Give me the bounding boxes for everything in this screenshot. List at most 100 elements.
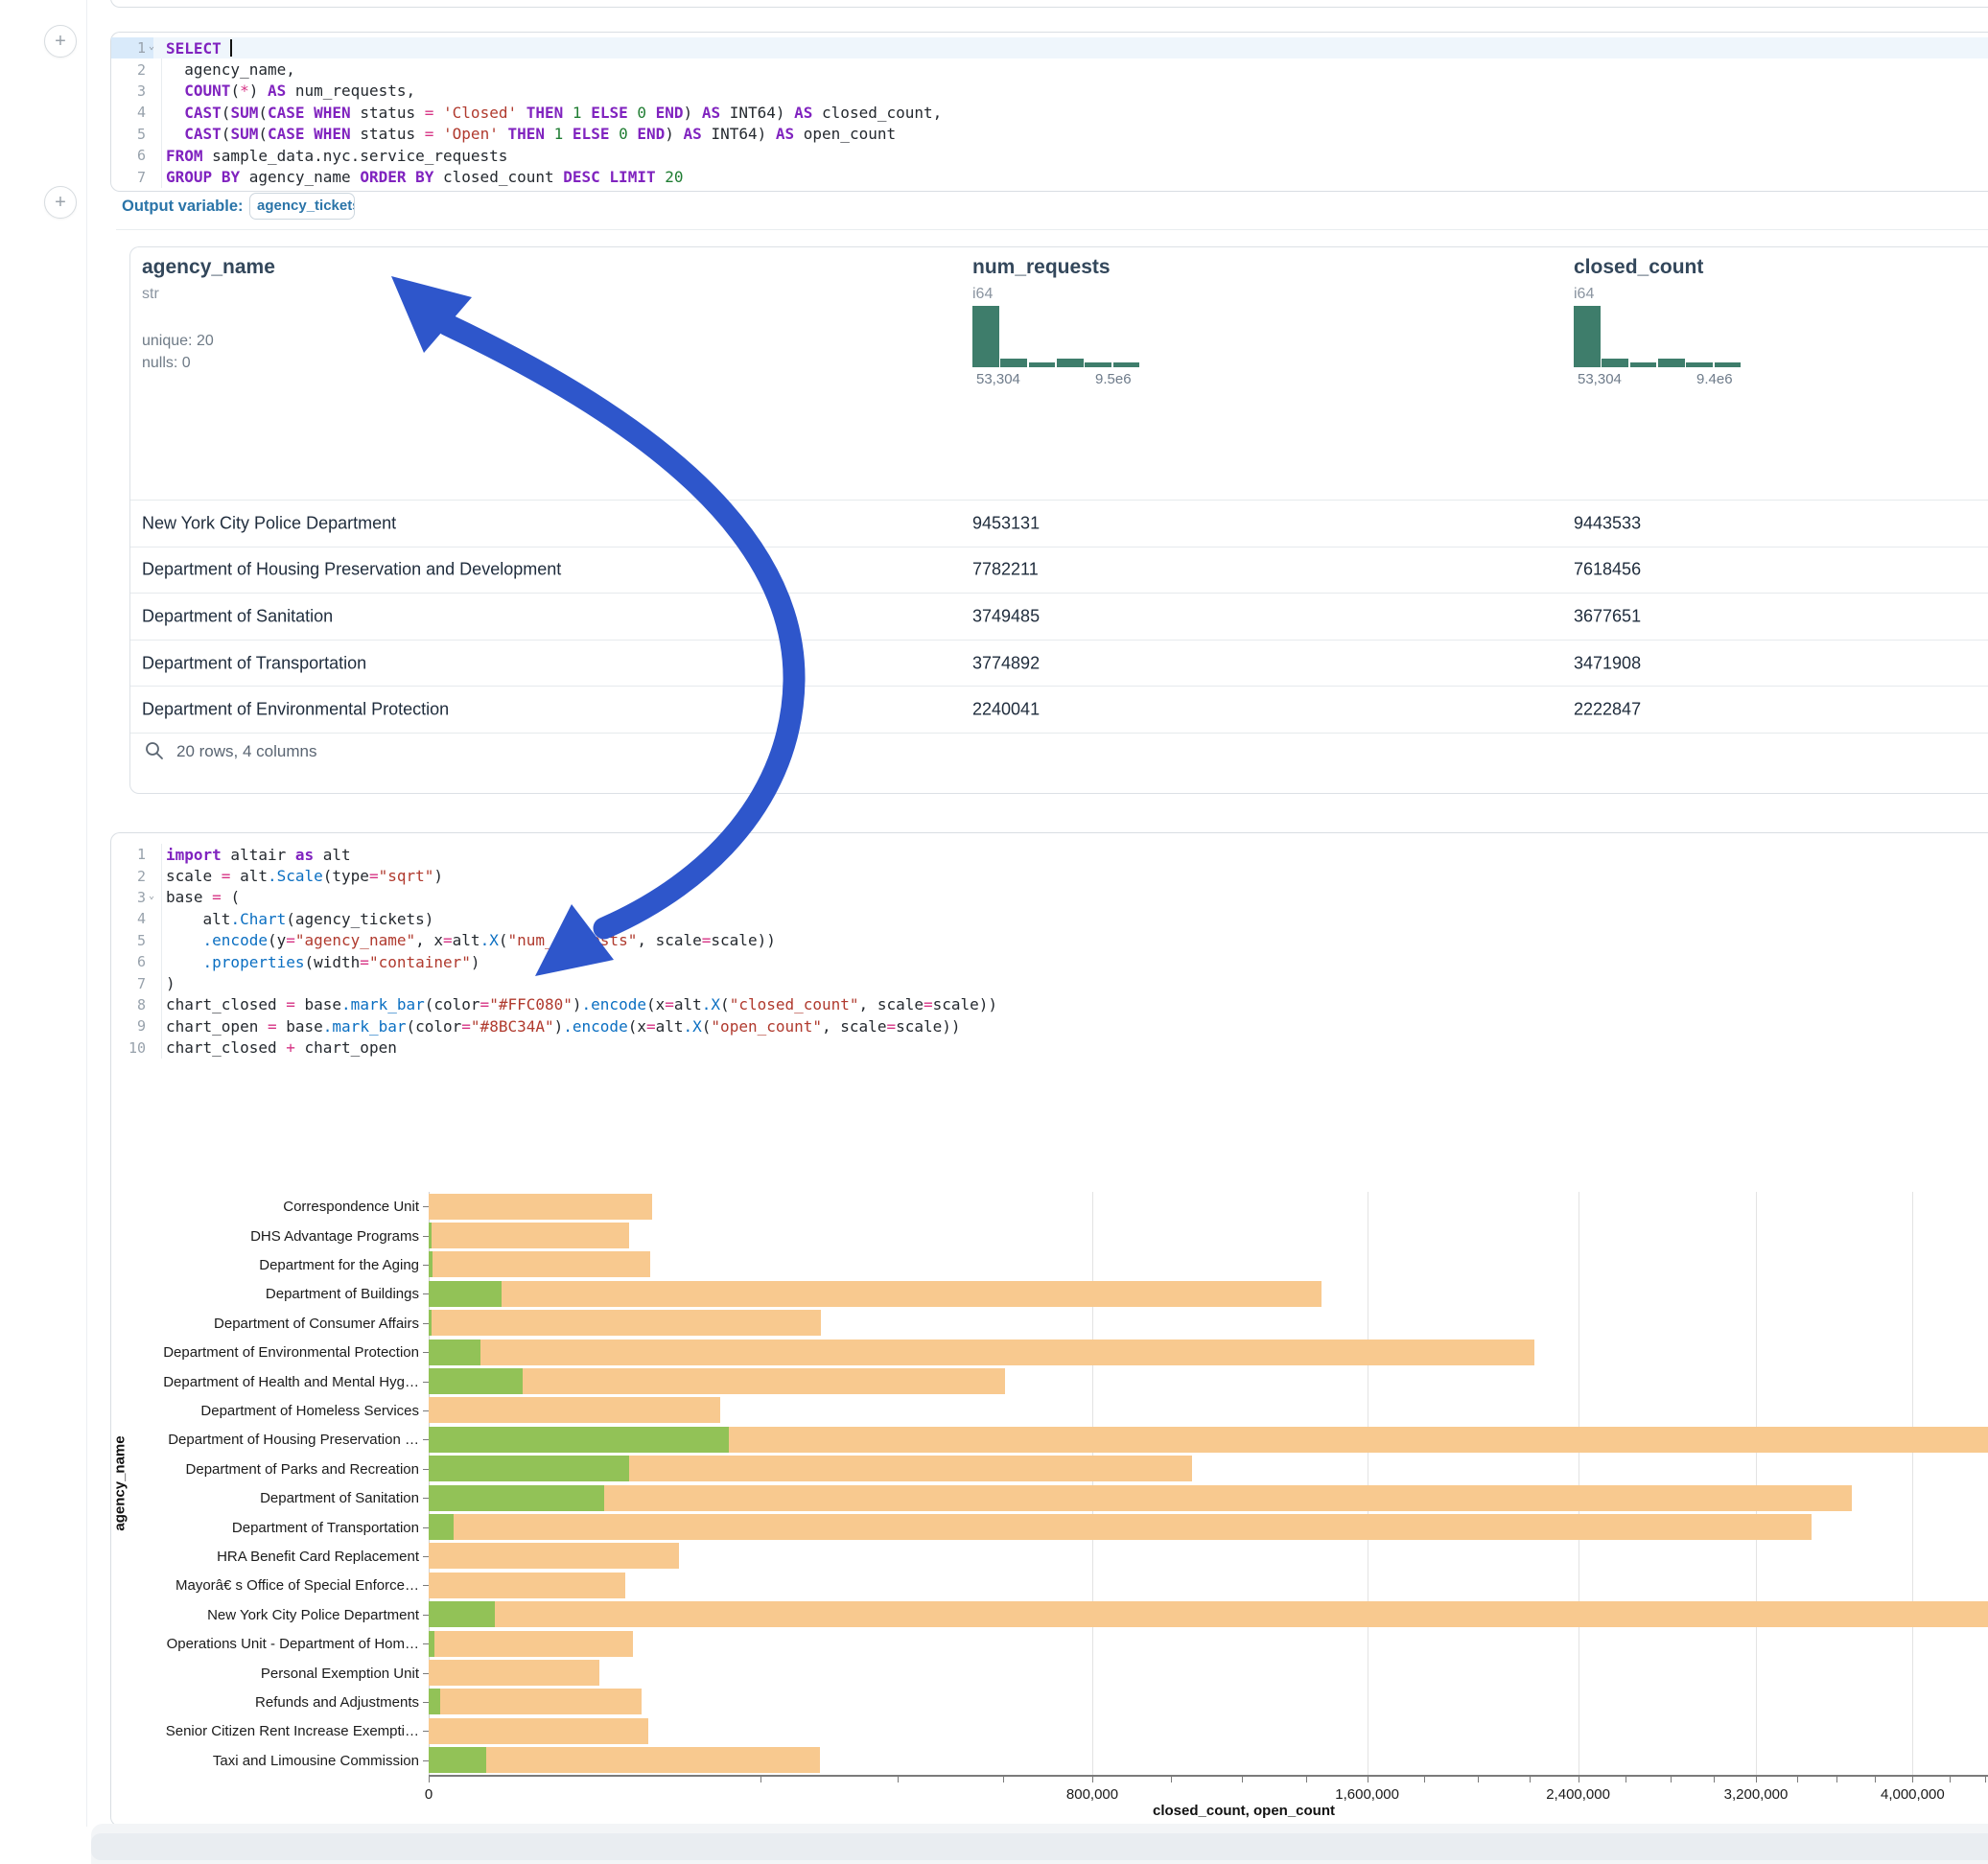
- code-line: 8chart_closed = base.mark_bar(color="#FF…: [111, 994, 1988, 1015]
- section-divider: [116, 229, 1988, 230]
- gridline: [1092, 1192, 1093, 1775]
- bar-open-count: [429, 1251, 433, 1277]
- add-cell-button-top[interactable]: +: [44, 25, 77, 58]
- column-histogram: [972, 306, 1141, 367]
- table-row[interactable]: Department of Sanitation37494853677651: [130, 593, 1988, 640]
- table-cell: Department of Environmental Protection: [142, 700, 449, 720]
- table-body: New York City Police Department945313194…: [130, 500, 1988, 734]
- line-number: 10: [111, 1037, 153, 1059]
- histogram-bar: [1057, 359, 1084, 367]
- line-number: 2: [111, 865, 153, 886]
- fold-toggle-icon[interactable]: ⌄: [149, 891, 154, 901]
- add-cell-button-middle[interactable]: +: [44, 186, 77, 219]
- chart-x-axis-title: closed_count, open_count: [1153, 1803, 1335, 1819]
- histogram-bar: [1113, 362, 1140, 367]
- gridline: [1912, 1192, 1913, 1775]
- bar-closed-count: [429, 1631, 633, 1657]
- column-stat: unique: 20: [142, 330, 382, 352]
- bar-open-count: [429, 1747, 486, 1773]
- bar-closed-count: [429, 1281, 1321, 1307]
- chart-y-axis-title: agency_name: [112, 1435, 129, 1530]
- bar-open-count: [429, 1427, 729, 1453]
- code-line: 5 .encode(y="agency_name", x=alt.X("num_…: [111, 930, 1988, 951]
- text-cursor: [230, 39, 232, 57]
- code-line: 4 CAST(SUM(CASE WHEN status = 'Closed' T…: [111, 102, 1988, 123]
- chart-x-axis-line: [429, 1775, 1988, 1777]
- code-line: 2 agency_name,: [111, 58, 1988, 80]
- line-number: 9: [111, 1015, 153, 1037]
- python-code-editor[interactable]: 1import altair as alt2scale = alt.Scale(…: [111, 844, 1988, 1059]
- table-row[interactable]: Department of Environmental Protection 22…: [130, 686, 1988, 734]
- table-cell: 3471908: [1574, 653, 1641, 673]
- bar-closed-count: [429, 1601, 1988, 1627]
- code-text: CAST(SUM(CASE WHEN status = 'Open' THEN …: [153, 125, 896, 143]
- column-header-num_requests[interactable]: num_requestsi64: [972, 256, 1212, 303]
- column-name: closed_count: [1574, 256, 1813, 279]
- bar-open-count: [429, 1601, 495, 1627]
- column-dtype: str: [142, 286, 382, 303]
- histogram-max-label: 9.4e6: [1696, 371, 1733, 387]
- next-cell-strip[interactable]: [91, 1833, 1988, 1860]
- histogram-bar: [1658, 359, 1685, 367]
- table-cell: 2240041: [972, 700, 1040, 720]
- chart-plot-area: [429, 1192, 1988, 1775]
- line-number: 1: [111, 844, 153, 865]
- table-cell: 2222847: [1574, 700, 1641, 720]
- bar-closed-count: [429, 1514, 1812, 1540]
- table-cell: 7782211: [972, 560, 1039, 580]
- bar-open-count: [429, 1310, 432, 1336]
- table-cell: 3749485: [972, 606, 1040, 626]
- code-line: 7): [111, 972, 1988, 993]
- bar-closed-count: [429, 1718, 648, 1744]
- line-number: 6: [111, 145, 153, 166]
- histogram-max-label: 9.5e6: [1095, 371, 1132, 387]
- histogram-bar: [1085, 362, 1111, 367]
- code-line: 7GROUP BY agency_name ORDER BY closed_co…: [111, 166, 1988, 187]
- output-variable-label: Output variable:: [122, 198, 244, 216]
- table-row[interactable]: New York City Police Department945313194…: [130, 500, 1988, 547]
- code-line: 6 .properties(width="container"): [111, 951, 1988, 972]
- histogram-bar: [1000, 359, 1027, 367]
- code-text: .properties(width="container"): [153, 953, 480, 971]
- code-text: ): [153, 974, 175, 992]
- bar-open-count: [429, 1223, 432, 1248]
- histogram-bar: [1029, 362, 1056, 367]
- sql-cell[interactable]: 1⌄SELECT 2 agency_name,3 COUNT(*) AS num…: [110, 32, 1988, 192]
- code-line: 6FROM sample_data.nyc.service_requests: [111, 145, 1988, 166]
- bar-closed-count: [429, 1660, 599, 1686]
- table-row[interactable]: Department of Housing Preservation and D…: [130, 547, 1988, 594]
- bar-closed-count: [429, 1223, 629, 1248]
- code-text: agency_name,: [153, 60, 295, 79]
- line-number: 5: [111, 124, 153, 145]
- code-text: chart_closed = base.mark_bar(color="#FFC…: [153, 995, 997, 1014]
- line-number: 5: [111, 930, 153, 951]
- table-cell: 3774892: [972, 653, 1040, 673]
- code-text: import altair as alt: [153, 846, 351, 864]
- column-stat: nulls: 0: [142, 352, 382, 374]
- bar-open-count: [429, 1631, 434, 1657]
- bar-closed-count: [429, 1485, 1852, 1511]
- sql-code-editor[interactable]: 1⌄SELECT 2 agency_name,3 COUNT(*) AS num…: [111, 37, 1988, 188]
- bar-closed-count: [429, 1747, 820, 1773]
- search-icon[interactable]: [144, 740, 165, 761]
- column-header-agency_name[interactable]: agency_namestrunique: 20nulls: 0: [142, 256, 382, 374]
- column-dtype: i64: [1574, 286, 1813, 303]
- dataframe-preview: agency_namestrunique: 20nulls: 0num_requ…: [129, 246, 1988, 794]
- histogram-bar: [1574, 306, 1601, 367]
- bar-open-count: [429, 1368, 523, 1394]
- histogram-min-label: 53,304: [976, 371, 1020, 387]
- line-number: 2: [111, 58, 153, 80]
- code-text: CAST(SUM(CASE WHEN status = 'Closed' THE…: [153, 104, 942, 122]
- code-text: scale = alt.Scale(type="sqrt"): [153, 867, 443, 885]
- fold-toggle-icon[interactable]: ⌄: [149, 41, 154, 52]
- histogram-min-label: 53,304: [1578, 371, 1622, 387]
- table-cell: 9443533: [1574, 513, 1641, 533]
- column-header-closed_count[interactable]: closed_count i64: [1574, 256, 1813, 303]
- line-number: 1⌄: [111, 37, 153, 58]
- table-row[interactable]: Department of Transportation 3774892 34719…: [130, 640, 1988, 687]
- table-cell: Department of Transportation: [142, 653, 366, 673]
- code-line: 9chart_open = base.mark_bar(color="#8BC3…: [111, 1015, 1988, 1037]
- output-variable-chip[interactable]: agency_tickets: [249, 193, 355, 220]
- code-line: 4 alt.Chart(agency_tickets): [111, 908, 1988, 929]
- bar-open-count: [429, 1340, 480, 1365]
